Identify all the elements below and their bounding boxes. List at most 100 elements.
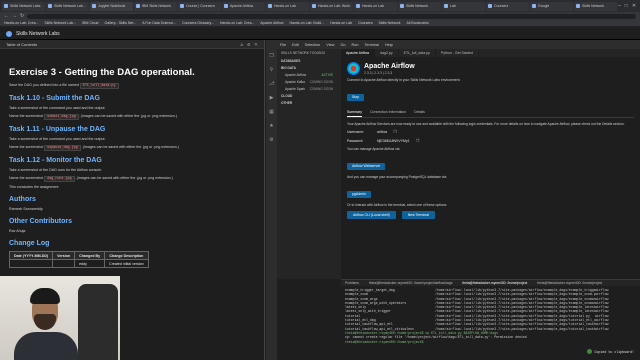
tab-favicon-icon	[532, 4, 536, 8]
browser-tab[interactable]: Jupyter Notebook	[90, 1, 133, 11]
sidebar-item[interactable]: Apache Spark COMING SOON	[277, 85, 341, 92]
bookmark-item[interactable]: Gallery - Skills Net...	[105, 21, 137, 25]
stop-button[interactable]: Stop	[347, 93, 365, 101]
browser-tab-title: Course | Coursera	[186, 4, 215, 8]
menu-item[interactable]: Go	[340, 43, 345, 47]
bookmark-item[interactable]: Hands-on Lab	[330, 21, 352, 25]
panel-tab[interactable]: Summary	[347, 110, 362, 117]
instructions-doc: Exercise 3 - Getting the DAG operational…	[0, 49, 264, 268]
sidebar-section-other[interactable]: OTHER	[277, 99, 341, 106]
menu-item[interactable]: Terminal	[365, 43, 379, 47]
toc-label[interactable]: Table of Contents	[6, 42, 37, 47]
menu-item[interactable]: Run	[352, 43, 359, 47]
reload-icon[interactable]: ↻	[20, 13, 24, 19]
changelog-cell	[8, 259, 54, 268]
editor-tab[interactable]: ETL_toll_data.py	[399, 49, 436, 57]
editor-tab[interactable]: dag2.py	[375, 49, 399, 57]
bookmark-item[interactable]: All Bookmarks	[407, 21, 429, 25]
browser-tab[interactable]: Skills Network	[398, 1, 441, 11]
copy-username-icon[interactable]: ❐	[393, 129, 397, 134]
sidebar-section-databases[interactable]: DATABASES	[277, 57, 341, 64]
changelog-table: Date (YYYY-MM-DD) Version Changed By Change…	[8, 251, 149, 268]
bookmark-item[interactable]: A Fun Data Science...	[142, 21, 176, 25]
bookmark-item[interactable]: Coursera Glossary...	[182, 21, 214, 25]
debug-icon[interactable]: ▶	[270, 95, 274, 101]
sidebar-item-status: COMING SOON	[309, 79, 333, 84]
explorer-icon[interactable]: ❐	[269, 53, 273, 59]
browser-tab[interactable]: Apache Airflow	[222, 1, 265, 11]
search-icon[interactable]: ⚲	[270, 67, 274, 73]
airflow-webserver-button[interactable]: Airflow Webserver	[347, 162, 386, 170]
copied-toast: Copied to clipboard!	[587, 349, 634, 354]
source-control-icon[interactable]: ⎇	[269, 81, 275, 87]
editor-tab[interactable]: Apache Airflow	[341, 49, 376, 57]
bookmark-item[interactable]: Skills Network	[379, 21, 401, 25]
airflow-cli-button[interactable]: Airflow CLI (Local shell)	[347, 211, 396, 219]
airflow-panel: Apache Airflow 2.3.3 | 2.3.3 | 2.3.3 Con…	[341, 57, 640, 279]
browser-tab[interactable]: Coursera	[486, 1, 529, 11]
changelog-row: eddy Created initial version	[8, 259, 149, 268]
browser-tab[interactable]: Google	[530, 1, 573, 11]
browser-tab[interactable]: Hands-on Lab	[354, 1, 397, 11]
task-line-2: Name the screenshot dag_runs.jpg. (Image…	[9, 176, 255, 182]
copy-password-icon[interactable]: ❐	[416, 138, 420, 143]
extensions-icon[interactable]: ▦	[269, 109, 274, 115]
toolbox-icon[interactable]: ★	[269, 123, 273, 129]
browser-tab[interactable]: Course | Coursera	[178, 1, 221, 11]
menu-item[interactable]: Selection	[305, 43, 321, 47]
author-name: Ramesh Sannareddy	[9, 207, 43, 211]
browser-tab-strip: Skills Network Labs Skills Network Lab...…	[0, 0, 640, 12]
bookmark-item[interactable]: Hands-on Lab: Build...	[290, 21, 325, 25]
new-terminal-button[interactable]: New Terminal	[401, 211, 435, 219]
maximize-icon[interactable]: □	[625, 3, 628, 9]
address-bar[interactable]	[27, 13, 636, 19]
closing-text: This concludes the assignment.	[9, 185, 60, 189]
panel-tab[interactable]: Connection Information	[370, 110, 406, 117]
font-size-icon[interactable]: A	[240, 42, 243, 47]
menu-item[interactable]: View	[326, 43, 334, 47]
lab-header: Skills Network Labs	[0, 28, 640, 40]
tab-favicon-icon	[92, 4, 96, 8]
copied-toast-text: Copied to clipboard!	[594, 349, 634, 354]
menu-item[interactable]: File	[280, 43, 286, 47]
settings-icon[interactable]: ⚙	[247, 42, 251, 47]
ide-window: File Edit Selection View Go Run Terminal Help ❐…	[266, 40, 640, 360]
close-icon[interactable]: ✕	[632, 3, 636, 9]
skills-network-logo-icon	[6, 30, 12, 37]
menu-item[interactable]: Help	[385, 43, 393, 47]
panel-tab[interactable]: Details	[414, 110, 425, 117]
editor-tab[interactable]: Python - Get Started	[436, 49, 479, 57]
sidebar-section-bigdata[interactable]: BIG DATA	[277, 64, 341, 71]
forward-icon[interactable]: →	[12, 13, 17, 19]
browser-tab[interactable]: Hands-on Lab: Work	[310, 1, 353, 11]
sidebar-section-cloud[interactable]: CLOUD	[277, 92, 341, 99]
expand-icon[interactable]: ⇱	[255, 42, 258, 47]
sidebar-header: SKILLS NETWORK TOOLBOX	[281, 51, 326, 55]
terminal[interactable]: example_trigger_target_dag/home/airflow/…	[341, 286, 640, 360]
browser-tab[interactable]: Lab	[442, 1, 485, 11]
browser-tab[interactable]: Skills Network Labs	[2, 1, 45, 11]
browser-tab[interactable]: Skills Network	[574, 1, 617, 11]
bookmark-item[interactable]: Coursera	[358, 21, 372, 25]
sidebar-item[interactable]: Apache Airflow ACTIVE	[277, 71, 341, 78]
sidebar-item-label: Apache Kafka	[285, 79, 305, 84]
password-label: Password:	[347, 138, 364, 143]
sidebar-item[interactable]: Apache Kafka COMING SOON	[277, 78, 341, 85]
pgadmin-button[interactable]: pgAdmin	[347, 190, 371, 198]
menu-item[interactable]: Edit	[292, 43, 299, 47]
bookmark-item[interactable]: Apache Airflow	[260, 21, 283, 25]
bookmark-item[interactable]: Hands-on Lab: Crea...	[220, 21, 254, 25]
minimize-icon[interactable]: –	[618, 3, 621, 9]
bookmark-item[interactable]: Skills Network Lab...	[44, 21, 76, 25]
task-line-1: Take a screenshot of the command you use…	[9, 137, 106, 141]
panel-description: Connect to Apache Airflow directly in yo…	[347, 78, 461, 82]
bookmark-item[interactable]: IBM Cloud	[82, 21, 98, 25]
browser-tab[interactable]: Skills Network Lab...	[46, 1, 89, 11]
task-screenshot-name: dag_runs.jpg	[44, 176, 75, 182]
bookmark-item[interactable]: Hands-on Lab: Crea...	[4, 21, 38, 25]
browser-tab[interactable]: Hands-on Lab	[266, 1, 309, 11]
settings-gear-icon[interactable]: ⚙	[269, 137, 273, 143]
browser-tab[interactable]: IBM Skills Network	[134, 1, 177, 11]
task-screenshot-name: unpause_dag.jpg	[44, 145, 81, 151]
back-icon[interactable]: ←	[4, 13, 9, 19]
